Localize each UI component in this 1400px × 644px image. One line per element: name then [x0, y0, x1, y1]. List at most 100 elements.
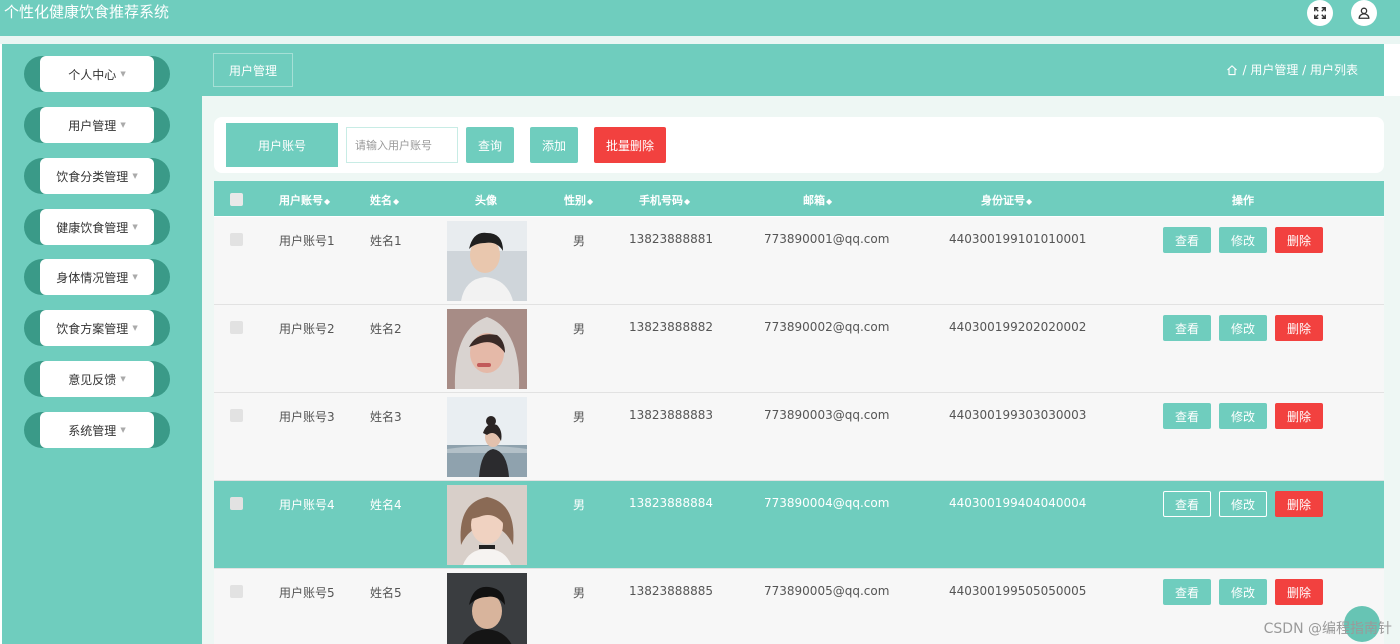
- chevron-down-icon: ▼: [132, 172, 138, 180]
- cell-name: 姓名3: [370, 410, 402, 424]
- cell-phone: 13823888881: [629, 232, 713, 246]
- sidebar-item-personal-center[interactable]: 个人中心 ▼: [24, 56, 170, 92]
- chevron-down-icon: ▼: [120, 375, 126, 383]
- table-row[interactable]: 用户账号1 姓名1 男 13823888881 773890001@qq.com…: [214, 217, 1384, 305]
- cell-name: 姓名2: [370, 322, 402, 336]
- sort-icon: ◆: [393, 197, 400, 206]
- query-button[interactable]: 查询: [466, 127, 514, 163]
- cell-account: 用户账号1: [279, 234, 335, 248]
- sidebar-item-label: 身体情况管理: [56, 270, 129, 285]
- sidebar-item-feedback[interactable]: 意见反馈 ▼: [24, 361, 170, 397]
- row-checkbox[interactable]: [230, 409, 243, 422]
- chevron-down-icon: ▼: [120, 426, 126, 434]
- sort-icon: ◆: [587, 197, 594, 206]
- avatar: [447, 221, 527, 301]
- delete-button[interactable]: 删除: [1275, 227, 1323, 253]
- top-bar-divider: [0, 36, 1400, 44]
- column-header-account[interactable]: 用户账号◆: [279, 192, 330, 208]
- sidebar-item-label: 用户管理: [68, 118, 117, 133]
- cell-email: 773890004@qq.com: [764, 496, 890, 510]
- column-header-phone[interactable]: 手机号码◆: [639, 192, 690, 208]
- sidebar-item-label: 饮食方案管理: [56, 321, 129, 336]
- watermark: CSDN @编程指南针: [1263, 621, 1392, 637]
- add-button[interactable]: 添加: [530, 127, 578, 163]
- cell-idcard: 440300199303030003: [949, 408, 1087, 422]
- page-tab-tag[interactable]: 用户管理: [213, 53, 293, 87]
- fullscreen-icon[interactable]: [1307, 0, 1333, 26]
- sidebar-item-system-management[interactable]: 系统管理 ▼: [24, 412, 170, 448]
- cell-account: 用户账号3: [279, 410, 335, 424]
- cell-account: 用户账号4: [279, 498, 335, 512]
- search-panel: 用户账号 查询 添加 批量删除: [214, 117, 1384, 173]
- sidebar-item-healthy-diet[interactable]: 健康饮食管理 ▼: [24, 209, 170, 245]
- column-header-actions: 操作: [1232, 194, 1254, 207]
- cell-email: 773890005@qq.com: [764, 584, 890, 598]
- column-header-gender[interactable]: 性别◆: [564, 192, 593, 208]
- app-title: 个性化健康饮食推荐系统: [4, 3, 170, 21]
- cell-phone: 13823888885: [629, 584, 713, 598]
- chevron-down-icon: ▼: [132, 324, 138, 332]
- sidebar-item-diet-category[interactable]: 饮食分类管理 ▼: [24, 158, 170, 194]
- view-button[interactable]: 查看: [1163, 579, 1211, 605]
- table-row-highlighted[interactable]: 用户账号4 姓名4 男 13823888884 773890004@qq.com…: [214, 481, 1384, 569]
- delete-button[interactable]: 删除: [1275, 491, 1323, 517]
- view-button[interactable]: 查看: [1163, 227, 1211, 253]
- view-button[interactable]: 查看: [1163, 491, 1211, 517]
- avatar: [447, 485, 527, 565]
- home-icon[interactable]: [1226, 64, 1238, 76]
- cell-account: 用户账号2: [279, 322, 335, 336]
- row-checkbox[interactable]: [230, 321, 243, 334]
- cell-email: 773890001@qq.com: [764, 232, 890, 246]
- cell-idcard: 440300199101010001: [949, 232, 1087, 246]
- cell-name: 姓名1: [370, 234, 402, 248]
- cell-email: 773890003@qq.com: [764, 408, 890, 422]
- delete-button[interactable]: 删除: [1275, 403, 1323, 429]
- sidebar-item-user-management[interactable]: 用户管理 ▼: [24, 107, 170, 143]
- row-checkbox[interactable]: [230, 497, 243, 510]
- row-checkbox[interactable]: [230, 233, 243, 246]
- table-row[interactable]: 用户账号3 姓名3 男 13823888883 773890003@qq.com…: [214, 393, 1384, 481]
- chevron-down-icon: ▼: [120, 121, 126, 129]
- search-label: 用户账号: [226, 123, 338, 167]
- cell-phone: 13823888882: [629, 320, 713, 334]
- column-header-avatar: 头像: [475, 194, 497, 207]
- edit-button[interactable]: 修改: [1219, 403, 1267, 429]
- delete-button[interactable]: 删除: [1275, 579, 1323, 605]
- cell-gender: 男: [573, 410, 586, 424]
- select-all-checkbox[interactable]: [230, 193, 243, 206]
- cell-gender: 男: [573, 322, 586, 336]
- edit-button[interactable]: 修改: [1219, 491, 1267, 517]
- sidebar-item-label: 饮食分类管理: [56, 169, 129, 184]
- view-button[interactable]: 查看: [1163, 315, 1211, 341]
- edit-button[interactable]: 修改: [1219, 579, 1267, 605]
- sidebar: 个人中心 ▼ 用户管理 ▼ 饮食分类管理 ▼ 健康饮食管理 ▼ 身体情况管理 ▼ 饮食方案…: [2, 44, 202, 644]
- sidebar-item-label: 系统管理: [68, 423, 117, 438]
- row-checkbox[interactable]: [230, 585, 243, 598]
- cell-phone: 13823888883: [629, 408, 713, 422]
- edit-button[interactable]: 修改: [1219, 227, 1267, 253]
- cell-phone: 13823888884: [629, 496, 713, 510]
- column-header-idcard[interactable]: 身份证号◆: [981, 192, 1032, 208]
- batch-delete-button[interactable]: 批量删除: [594, 127, 666, 163]
- account-search-input[interactable]: [346, 127, 458, 163]
- cell-gender: 男: [573, 498, 586, 512]
- edit-button[interactable]: 修改: [1219, 315, 1267, 341]
- breadcrumb-path: / 用户管理 / 用户列表: [1242, 63, 1358, 77]
- cell-gender: 男: [573, 586, 586, 600]
- sort-icon: ◆: [684, 197, 691, 206]
- column-header-email[interactable]: 邮箱◆: [803, 192, 832, 208]
- sidebar-item-body-condition[interactable]: 身体情况管理 ▼: [24, 259, 170, 295]
- delete-button[interactable]: 删除: [1275, 315, 1323, 341]
- table-header: 用户账号◆ 姓名◆ 头像 性别◆ 手机号码◆ 邮箱◆ 身份证号◆ 操作: [214, 181, 1384, 216]
- table-row[interactable]: 用户账号2 姓名2 男 13823888882 773890002@qq.com…: [214, 305, 1384, 393]
- user-icon[interactable]: [1351, 0, 1377, 26]
- cell-account: 用户账号5: [279, 586, 335, 600]
- sort-icon: ◆: [826, 197, 833, 206]
- view-button[interactable]: 查看: [1163, 403, 1211, 429]
- table-row[interactable]: 用户账号5 姓名5 男 13823888885 773890005@qq.com…: [214, 569, 1384, 644]
- cell-email: 773890002@qq.com: [764, 320, 890, 334]
- sort-icon: ◆: [1026, 197, 1033, 206]
- sidebar-item-diet-plan[interactable]: 饮食方案管理 ▼: [24, 310, 170, 346]
- chevron-down-icon: ▼: [132, 273, 138, 281]
- column-header-name[interactable]: 姓名◆: [370, 192, 399, 208]
